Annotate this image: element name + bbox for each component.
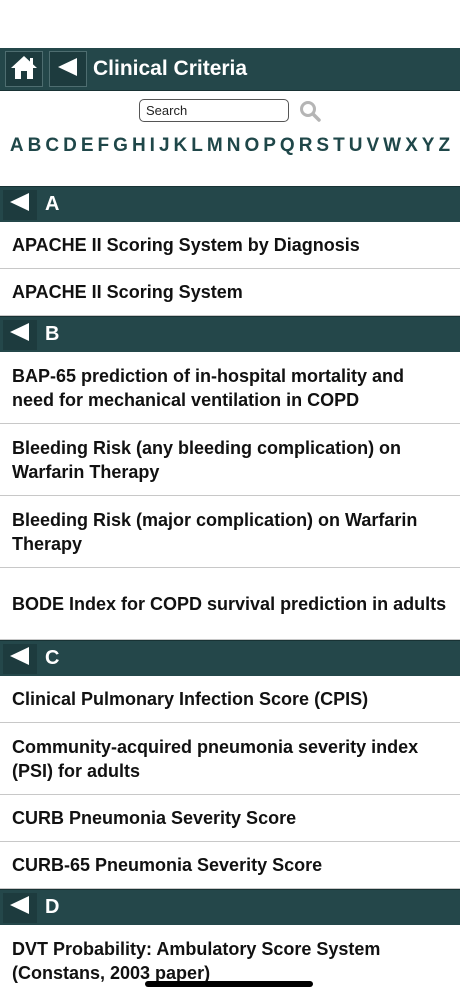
alphabet-letter-m[interactable]: M (207, 134, 223, 158)
home-icon (9, 53, 39, 86)
section-header-c: C (0, 640, 460, 676)
list-item-label: CURB-65 Pneumonia Severity Score (12, 855, 323, 875)
home-button[interactable] (5, 51, 43, 87)
alphabet-letter-f[interactable]: F (98, 134, 110, 158)
list-item[interactable]: BODE Index for COPD survival prediction … (0, 568, 460, 640)
list-item[interactable]: Bleeding Risk (major complication) on Wa… (0, 496, 460, 568)
alphabet-letter-n[interactable]: N (227, 134, 241, 158)
section-back-button[interactable] (3, 643, 37, 674)
list-item-label: APACHE II Scoring System by Diagnosis (12, 235, 360, 255)
magnifier-icon[interactable] (299, 100, 321, 122)
section-header-b: B (0, 316, 460, 352)
section-header-a: A (0, 186, 460, 222)
list-item-label: Bleeding Risk (any bleeding complication… (12, 437, 402, 482)
alphabet-letter-z[interactable]: Z (438, 134, 450, 158)
alphabet-letter-l[interactable]: L (191, 134, 203, 158)
section-back-button[interactable] (3, 189, 37, 220)
section-letter: B (45, 323, 60, 345)
alphabet-letter-k[interactable]: K (174, 134, 188, 158)
back-arrow-icon (8, 895, 32, 920)
section-letter: D (45, 896, 60, 918)
back-arrow-icon (55, 56, 81, 83)
back-arrow-icon (8, 646, 32, 671)
alphabet-letter-e[interactable]: E (81, 134, 94, 158)
alphabet-letter-o[interactable]: O (244, 134, 259, 158)
alphabet-letter-c[interactable]: C (45, 134, 59, 158)
alphabet-index: ABCDEFGHIJKLMNOPQRSTUVWXYZ (0, 130, 460, 186)
alphabet-letter-a[interactable]: A (10, 134, 24, 158)
alphabet-letter-h[interactable]: H (132, 134, 146, 158)
alphabet-letter-y[interactable]: Y (422, 134, 435, 158)
alphabet-letter-s[interactable]: S (316, 134, 329, 158)
list-item-label: DVT Probability: Ambulatory Score System… (12, 938, 381, 983)
alphabet-letter-j[interactable]: J (159, 134, 170, 158)
back-arrow-icon (8, 322, 32, 347)
list-item[interactable]: APACHE II Scoring System (0, 269, 460, 316)
alphabet-letter-q[interactable]: Q (280, 134, 295, 158)
list-item[interactable]: Bleeding Risk (any bleeding complication… (0, 424, 460, 496)
alphabet-letter-v[interactable]: V (366, 134, 379, 158)
alphabet-letter-u[interactable]: U (349, 134, 363, 158)
section-letter: A (45, 193, 60, 215)
home-indicator (145, 981, 313, 987)
list-item[interactable]: BAP-65 prediction of in-hospital mortali… (0, 352, 460, 424)
alphabet-letter-d[interactable]: D (63, 134, 77, 158)
list-item-label: CURB Pneumonia Severity Score (12, 808, 297, 828)
search-input[interactable] (139, 99, 289, 122)
list-item[interactable]: Clinical Pulmonary Infection Score (CPIS… (0, 676, 460, 723)
back-button[interactable] (49, 51, 87, 87)
alphabet-letter-r[interactable]: R (299, 134, 313, 158)
section-back-button[interactable] (3, 892, 37, 923)
list-item-label: APACHE II Scoring System (12, 282, 243, 302)
list-item[interactable]: Community-acquired pneumonia severity in… (0, 723, 460, 795)
status-bar-area (0, 0, 460, 48)
section-back-button[interactable] (3, 319, 37, 350)
app-screen: Clinical Criteria ABCDEFGHIJKLMNOPQRSTUV… (0, 0, 460, 996)
top-header: Clinical Criteria (0, 48, 460, 91)
alphabet-letter-p[interactable]: P (263, 134, 276, 158)
list-item-label: BODE Index for COPD survival prediction … (12, 593, 447, 614)
search-row (0, 91, 460, 130)
alphabet-letter-i[interactable]: I (150, 134, 155, 158)
list-item-label: BAP-65 prediction of in-hospital mortali… (12, 365, 405, 410)
alphabet-letter-t[interactable]: T (333, 134, 345, 158)
list-item[interactable]: APACHE II Scoring System by Diagnosis (0, 222, 460, 269)
list-item-label: Community-acquired pneumonia severity in… (12, 736, 419, 781)
alphabet-letter-w[interactable]: W (383, 134, 401, 158)
section-header-d: D (0, 889, 460, 925)
page-title: Clinical Criteria (93, 57, 248, 80)
list-item[interactable]: CURB-65 Pneumonia Severity Score (0, 842, 460, 889)
criteria-list: A APACHE II Scoring System by Diagnosis AP… (0, 186, 460, 996)
section-letter: C (45, 647, 60, 669)
list-item-label: Clinical Pulmonary Infection Score (CPIS… (12, 689, 369, 709)
list-item[interactable]: CURB Pneumonia Severity Score (0, 795, 460, 842)
alphabet-letter-b[interactable]: B (28, 134, 42, 158)
alphabet-letter-x[interactable]: X (405, 134, 418, 158)
back-arrow-icon (8, 192, 32, 217)
list-item-label: Bleeding Risk (major complication) on Wa… (12, 509, 418, 554)
alphabet-letter-g[interactable]: G (113, 134, 128, 158)
